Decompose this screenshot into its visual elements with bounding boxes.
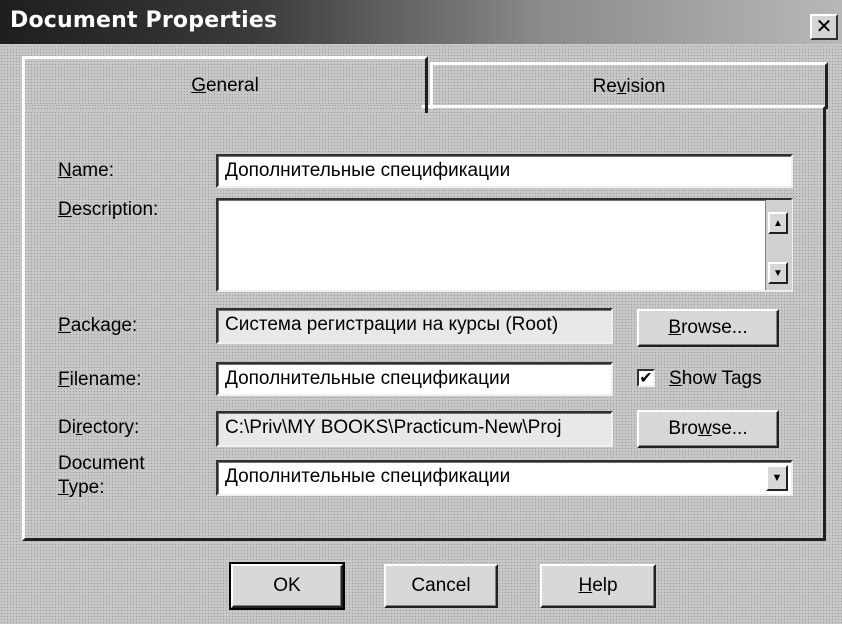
help-button[interactable]: Help <box>540 564 656 608</box>
tab-revision[interactable]: Revision <box>430 62 828 109</box>
show-tags-checkbox[interactable]: ✔ <box>637 369 655 387</box>
directory-label: Directory: <box>58 417 140 438</box>
tab-general-label: General <box>191 75 259 96</box>
cancel-button[interactable]: Cancel <box>384 564 498 608</box>
active-tab-joiner <box>25 104 422 110</box>
close-icon: ✕ <box>815 16 833 38</box>
directory-browse-label: Browse... <box>668 418 748 439</box>
document-type-label-line1: Document <box>58 453 145 474</box>
arrow-up-icon: ▲ <box>773 217 783 229</box>
package-browse-button[interactable]: Browse... <box>637 309 779 347</box>
window-title: Document Properties <box>10 8 278 33</box>
close-button[interactable]: ✕ <box>810 14 838 40</box>
scroll-down-button[interactable]: ▼ <box>768 262 788 284</box>
filename-label: Filename: <box>58 369 142 390</box>
help-button-label: Help <box>578 575 618 596</box>
document-type-label-line2: Type: <box>58 477 105 498</box>
directory-field: C:\Priv\MY BOOKS\Practicum-New\Proj <box>216 411 613 447</box>
package-label: Package: <box>58 315 138 336</box>
package-field: Система регистрации на курсы (Root) <box>216 308 613 344</box>
show-tags-label[interactable]: Show Tags <box>669 367 762 390</box>
directory-browse-button[interactable]: Browse... <box>637 410 779 448</box>
filename-field[interactable]: Дополнительные спецификации <box>216 362 613 396</box>
document-type-select[interactable]: Дополнительные спецификации <box>216 460 793 496</box>
scroll-up-button[interactable]: ▲ <box>768 212 788 234</box>
description-label: Description: <box>58 199 159 220</box>
description-textarea[interactable] <box>216 198 793 292</box>
ok-button[interactable]: OK <box>229 562 345 610</box>
package-browse-label: Browse... <box>668 317 748 338</box>
name-label: Name: <box>58 160 114 181</box>
name-field[interactable]: Дополнительные спецификации <box>216 154 793 188</box>
document-type-dropdown-button[interactable]: ▼ <box>766 465 788 491</box>
checkmark-icon: ✔ <box>639 370 653 387</box>
chevron-down-icon: ▼ <box>771 472 783 484</box>
arrow-down-icon: ▼ <box>773 267 783 279</box>
document-type-value: Дополнительные спецификации <box>225 466 511 487</box>
tab-revision-label: Revision <box>592 76 666 97</box>
